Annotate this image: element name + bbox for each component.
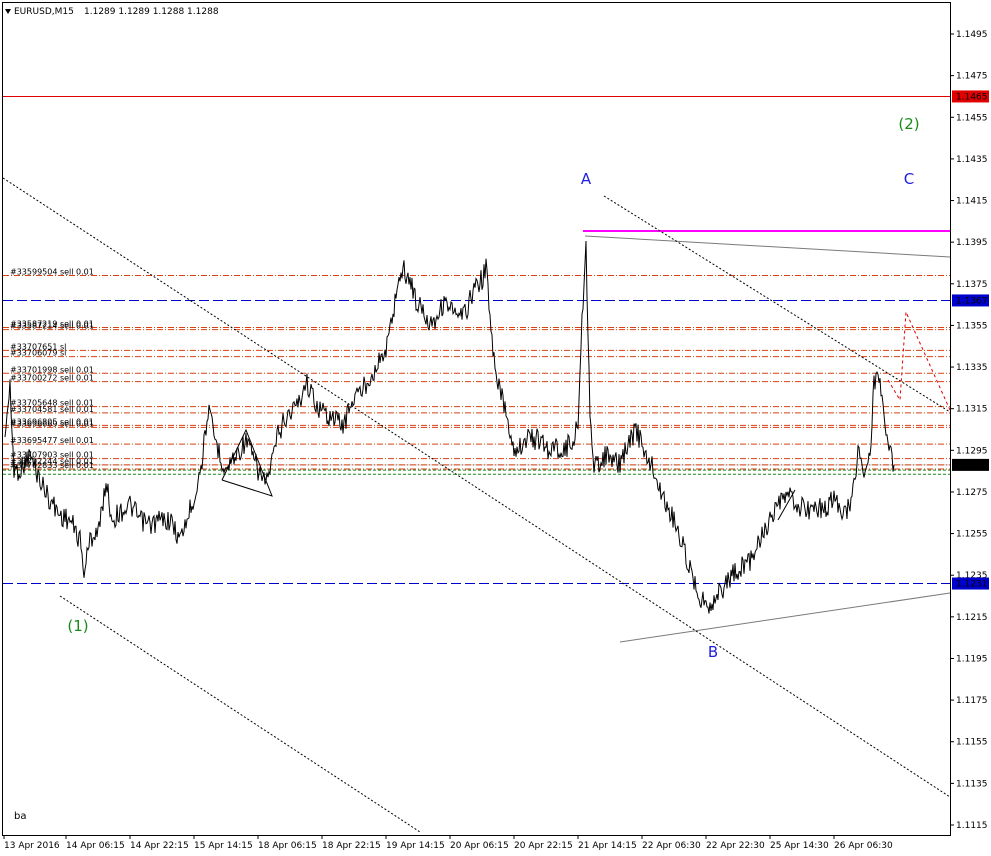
price-tick-label: 1.1335 [956,363,988,373]
wave-label[interactable]: C [904,170,914,188]
price-tick-label: 1.1315 [956,405,988,415]
wave-label[interactable]: A [581,170,592,188]
price-tick-label: 1.1155 [956,738,988,748]
order-label: #33599504 sell 0.01 [10,267,94,276]
price-tick-label: 1.1495 [956,30,988,40]
price-tick-label: 1.1175 [956,696,988,706]
order-label: #33696669 sell 0.01 [10,419,94,428]
time-tick-label: 20 Apr 22:15 [514,841,573,851]
time-tick-label: 22 Apr 22:30 [706,841,765,851]
price-tag-label: 1.1231 [956,580,988,590]
watermark-text: ba [14,811,26,822]
price-tick-label: 1.1455 [956,113,988,123]
time-tick-label: 15 Apr 14:15 [194,841,253,851]
symbol-label: EURUSD,M15 [14,7,74,17]
order-label: #33587214 sell 0.01 [10,322,94,331]
price-tick-label: 1.1375 [956,280,988,290]
price-tick-label: 1.1195 [956,654,988,664]
order-label: #33704581 sell 0.01 [10,405,94,414]
price-tick-label: 1.1115 [956,821,988,831]
price-tick-label: 1.1435 [956,155,988,165]
price-tick-label: 1.1215 [956,613,988,623]
time-tick-label: 13 Apr 2016 [4,841,60,851]
price-tag-label: 1.1465 [956,92,988,102]
time-tick-label: 18 Apr 06:15 [258,841,317,851]
time-tick-label: 14 Apr 22:15 [130,841,189,851]
price-tick-label: 1.1135 [956,779,988,789]
price-tick-label: 1.1415 [956,197,988,207]
order-label: #33695477 sell 0.01 [10,436,94,445]
price-tick-label: 1.1395 [956,238,988,248]
time-tick-label: 26 Apr 06:30 [834,841,893,851]
price-tick-label: 1.1355 [956,321,988,331]
price-chart[interactable]: EURUSD,M15 1.1289 1.1289 1.1288 1.1288 #… [0,0,991,856]
price-tick-label: 1.1255 [956,530,988,540]
time-tick-label: 25 Apr 14:30 [770,841,829,851]
time-tick-label: 14 Apr 06:15 [66,841,125,851]
wave-label[interactable]: B [708,643,718,661]
price-tag-label: 1.1288 [956,461,988,471]
wave-label[interactable]: (2) [898,115,919,133]
price-tick-label: 1.1295 [956,446,988,456]
order-label: #33700272 sell 0.01 [10,374,94,383]
ohlc-values: 1.1289 1.1289 1.1288 1.1288 [84,7,219,17]
time-tick-label: 18 Apr 22:15 [322,841,381,851]
order-label: #33706079 sl [10,349,66,358]
wave-label[interactable]: (1) [67,617,88,635]
time-tick-label: 19 Apr 14:15 [386,841,445,851]
price-tick-label: 1.1475 [956,72,988,82]
price-tag-label: 1.1367 [956,296,988,306]
time-tick-label: 20 Apr 06:15 [450,841,509,851]
time-tick-label: 21 Apr 14:15 [578,841,637,851]
price-tick-label: 1.1275 [956,488,988,498]
time-tick-label: 22 Apr 06:30 [642,841,701,851]
